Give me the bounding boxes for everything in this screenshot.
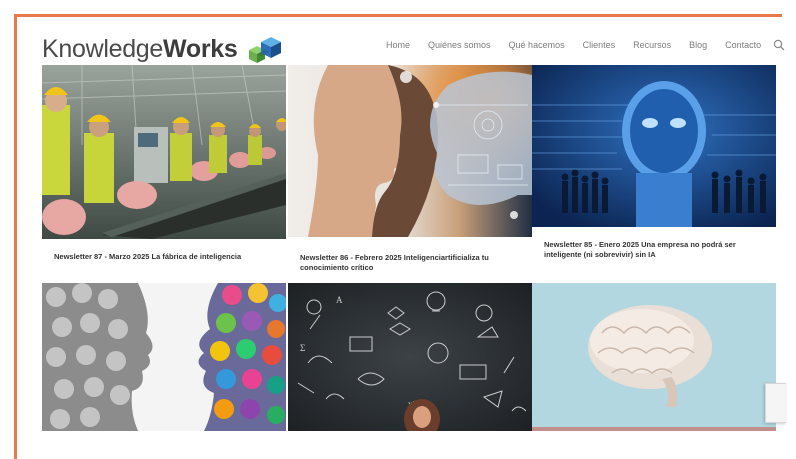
site-logo[interactable]: KnowledgeWorks — [42, 29, 283, 69]
nav-home[interactable]: Home — [386, 40, 410, 50]
card-title[interactable]: Newsletter 86 - Febrero 2025 Inteligenci… — [300, 253, 522, 273]
newsletter-card-heads[interactable] — [42, 283, 286, 431]
nav-clientes[interactable]: Clientes — [583, 40, 616, 50]
nav-blog[interactable]: Blog — [689, 40, 707, 50]
card-image-brain — [532, 283, 776, 431]
card-image-robot-head — [532, 65, 776, 227]
svg-text:Σ: Σ — [300, 343, 305, 353]
nav-contacto[interactable]: Contacto — [725, 40, 761, 50]
nav-recursos[interactable]: Recursos — [633, 40, 671, 50]
logo-wordmark: KnowledgeWorks — [42, 34, 238, 64]
card-image-chalkboard: ΣAx² — [288, 283, 532, 431]
frame-top-border — [14, 14, 782, 17]
svg-text:A: A — [336, 295, 343, 305]
logo-text-light: Knowledge — [42, 34, 164, 63]
card-image-brain-factory — [42, 65, 286, 239]
nav-que-hacemos[interactable]: Qué hacemos — [509, 40, 565, 50]
newsletter-card-86[interactable]: Newsletter 86 - Febrero 2025 Inteligenci… — [288, 65, 532, 277]
logo-text-bold: Works — [163, 34, 238, 63]
newsletter-card-brain[interactable] — [532, 283, 776, 431]
card-image-ai-face — [288, 65, 532, 237]
main-nav: Home Quiénes somos Qué hacemos Clientes … — [386, 39, 785, 51]
logo-cube-icon — [249, 37, 282, 63]
newsletter-card-85[interactable]: Newsletter 85 - Enero 2025 Una empresa n… — [532, 65, 776, 277]
newsletter-card-chalkboard[interactable]: ΣAx² — [288, 283, 532, 431]
search-icon[interactable] — [773, 39, 785, 51]
card-title[interactable]: Newsletter 85 - Enero 2025 Una empresa n… — [544, 240, 766, 260]
recaptcha-badge[interactable] — [765, 383, 786, 423]
newsletter-card-87[interactable]: Newsletter 87 - Marzo 2025 La fábrica de… — [42, 65, 286, 277]
card-title[interactable]: Newsletter 87 - Marzo 2025 La fábrica de… — [54, 252, 276, 262]
card-image-heads-profile — [42, 283, 286, 431]
frame-left-border — [14, 14, 17, 459]
newsletter-grid: Newsletter 87 - Marzo 2025 La fábrica de… — [42, 65, 776, 431]
nav-quienes-somos[interactable]: Quiénes somos — [428, 40, 491, 50]
